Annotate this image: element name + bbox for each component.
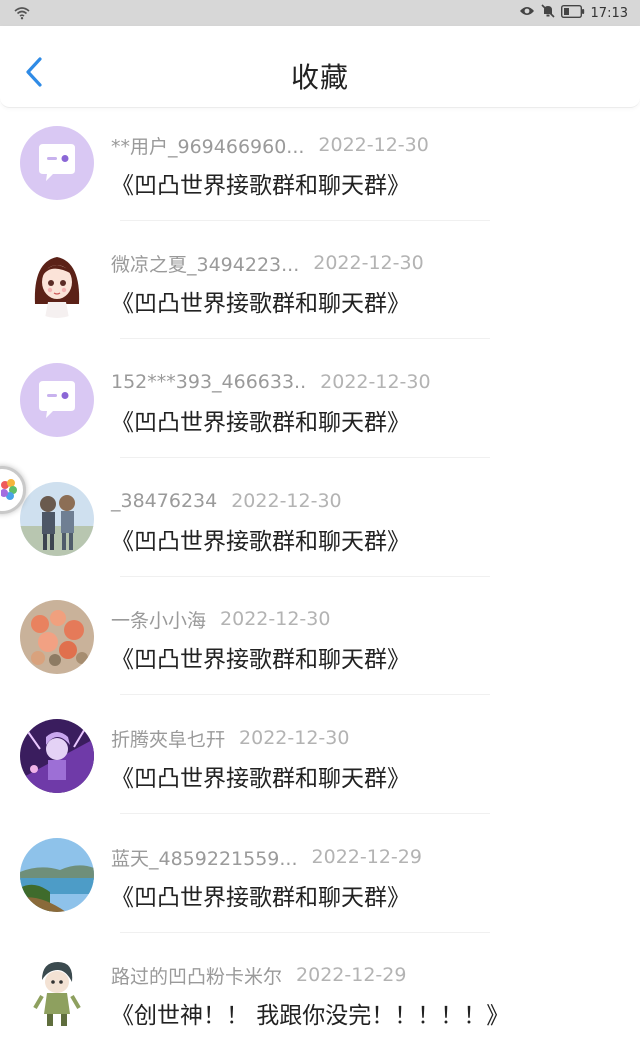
battery-icon bbox=[560, 4, 585, 22]
anime-boys-avatar[interactable] bbox=[20, 482, 94, 556]
status-bar: 17:13 bbox=[0, 0, 640, 26]
item-username: 蓝天_4859221559... bbox=[111, 847, 298, 870]
default-chat-avatar[interactable] bbox=[20, 126, 94, 200]
item-date: 2022-12-30 bbox=[318, 134, 429, 156]
item-username: 路过的凹凸粉卡米尔 bbox=[111, 965, 283, 988]
header: 收藏 bbox=[0, 26, 640, 108]
wifi-icon bbox=[14, 5, 30, 24]
item-date: 2022-12-30 bbox=[313, 252, 424, 274]
item-date: 2022-12-29 bbox=[296, 964, 407, 986]
eye-icon bbox=[519, 5, 535, 21]
landscape-avatar[interactable] bbox=[20, 838, 94, 912]
divider bbox=[120, 932, 490, 933]
item-meta: 微凉之夏_3494223... 2022-12-30 bbox=[111, 250, 424, 276]
item-meta: 路过的凹凸粉卡米尔 2022-12-29 bbox=[111, 962, 406, 988]
list-item[interactable]: 微凉之夏_3494223... 2022-12-30 《凹凸世界接歌群和聊天群》 bbox=[0, 234, 640, 352]
list-item[interactable]: 蓝天_4859221559... 2022-12-29 《凹凸世界接歌群和聊天群… bbox=[0, 828, 640, 946]
item-date: 2022-12-30 bbox=[231, 490, 342, 512]
item-title: 《凹凸世界接歌群和聊天群》 bbox=[111, 291, 410, 317]
list-item[interactable]: _38476234 2022-12-30 《凹凸世界接歌群和聊天群》 bbox=[0, 472, 640, 590]
item-username: 152***393_466633.. bbox=[111, 371, 307, 393]
item-title: 《凹凸世界接歌群和聊天群》 bbox=[111, 647, 410, 673]
item-date: 2022-12-30 bbox=[220, 608, 331, 630]
list-item[interactable]: **用户_969466960... 2022-12-30 《凹凸世界接歌群和聊天… bbox=[0, 116, 640, 234]
divider bbox=[120, 457, 490, 458]
item-title: 《凹凸世界接歌群和聊天群》 bbox=[111, 173, 410, 199]
list-item[interactable]: 一条小小海 2022-12-30 《凹凸世界接歌群和聊天群》 bbox=[0, 590, 640, 708]
chibi-character-avatar[interactable] bbox=[20, 956, 94, 1030]
flowers-avatar[interactable] bbox=[20, 600, 94, 674]
item-username: 折腾夾阜乜幵 bbox=[111, 728, 226, 751]
purple-anime-avatar[interactable] bbox=[20, 719, 94, 793]
list-item[interactable]: 152***393_466633.. 2022-12-30 《凹凸世界接歌群和聊… bbox=[0, 353, 640, 471]
item-title: 《凹凸世界接歌群和聊天群》 bbox=[111, 529, 410, 555]
page-title: 收藏 bbox=[290, 61, 349, 94]
item-title: 《凹凸世界接歌群和聊天群》 bbox=[111, 766, 410, 792]
divider bbox=[120, 694, 490, 695]
status-time: 17:13 bbox=[590, 5, 628, 21]
item-meta: _38476234 2022-12-30 bbox=[111, 488, 342, 514]
item-date: 2022-12-30 bbox=[320, 371, 431, 393]
mute-bell-icon bbox=[540, 4, 555, 22]
item-meta: 蓝天_4859221559... 2022-12-29 bbox=[111, 844, 422, 870]
item-date: 2022-12-29 bbox=[311, 846, 422, 868]
item-meta: 152***393_466633.. 2022-12-30 bbox=[111, 369, 431, 395]
item-username: 一条小小海 bbox=[111, 609, 207, 632]
item-username: _38476234 bbox=[111, 490, 218, 512]
list-item[interactable]: 折腾夾阜乜幵 2022-12-30 《凹凸世界接歌群和聊天群》 bbox=[0, 709, 640, 827]
divider bbox=[120, 338, 490, 339]
list-item[interactable]: 路过的凹凸粉卡米尔 2022-12-29 《创世神！！ 我跟你没完！！！！！》 bbox=[0, 946, 640, 1064]
default-chat-avatar[interactable] bbox=[20, 363, 94, 437]
color-flower-icon bbox=[1, 479, 17, 500]
item-title: 《创世神！！ 我跟你没完！！！！！》 bbox=[111, 1003, 510, 1029]
anime-girl-avatar[interactable] bbox=[20, 244, 94, 318]
item-title: 《凹凸世界接歌群和聊天群》 bbox=[111, 410, 410, 436]
item-title: 《凹凸世界接歌群和聊天群》 bbox=[111, 885, 410, 911]
item-meta: 折腾夾阜乜幵 2022-12-30 bbox=[111, 725, 349, 751]
item-username: 微凉之夏_3494223... bbox=[111, 253, 300, 276]
divider bbox=[120, 220, 490, 221]
item-meta: **用户_969466960... 2022-12-30 bbox=[111, 132, 429, 158]
item-username: **用户_969466960... bbox=[111, 135, 305, 158]
item-meta: 一条小小海 2022-12-30 bbox=[111, 606, 330, 632]
item-date: 2022-12-30 bbox=[239, 727, 350, 749]
divider bbox=[120, 576, 490, 577]
favorites-list: **用户_969466960... 2022-12-30 《凹凸世界接歌群和聊天… bbox=[0, 108, 640, 1030]
divider bbox=[120, 813, 490, 814]
